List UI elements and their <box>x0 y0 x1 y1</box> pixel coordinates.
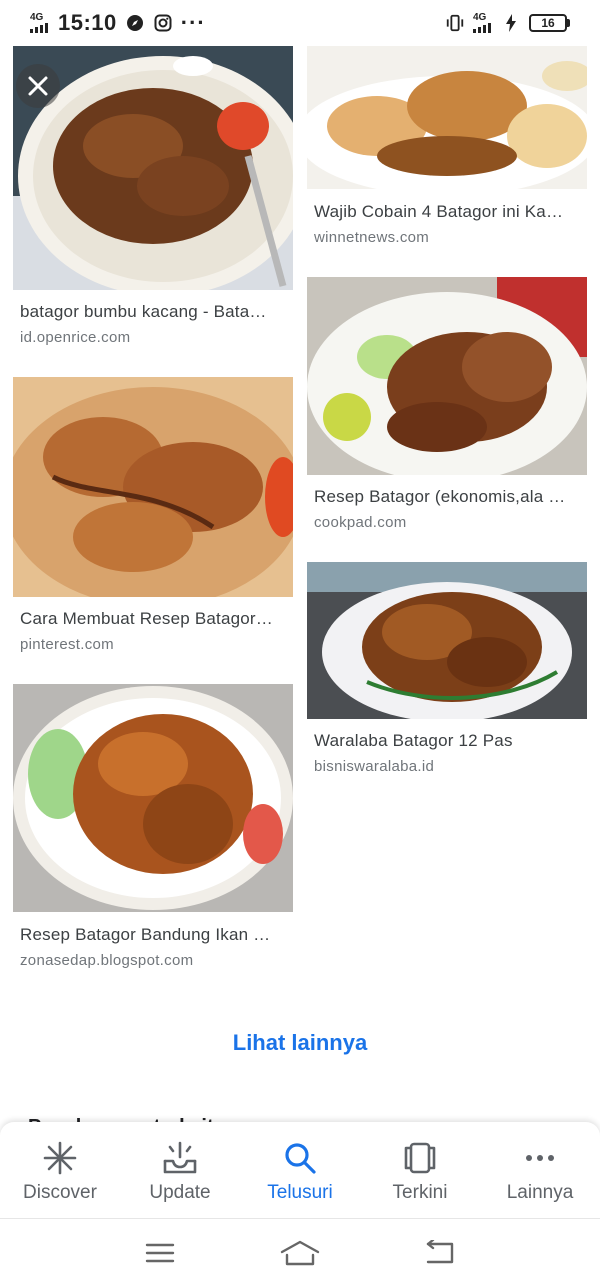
result-image[interactable] <box>13 684 293 912</box>
result-source: pinterest.com <box>20 636 114 653</box>
result-title[interactable]: Resep Batagor (ekonomis,ala … <box>314 487 580 507</box>
menu-button[interactable] <box>140 1233 180 1273</box>
update-tray-icon <box>162 1140 198 1176</box>
close-icon <box>28 76 48 96</box>
result-source: cookpad.com <box>314 514 407 531</box>
nav-label: Lainnya <box>506 1182 574 1203</box>
menu-icon <box>145 1243 175 1263</box>
see-more-link[interactable]: Lihat lainnya <box>0 1030 600 1056</box>
result-title[interactable]: Waralaba Batagor 12 Pas <box>314 731 580 751</box>
bottom-navigation: Discover Update Telusuri Terkini Lainnya <box>0 1122 600 1218</box>
result-source: bisniswaralaba.id <box>314 758 435 775</box>
network-label: 4G <box>30 12 44 23</box>
home-button[interactable] <box>280 1233 320 1273</box>
result-title[interactable]: batagor bumbu kacang - Bata… <box>20 302 286 322</box>
nav-label: Terkini <box>392 1182 448 1203</box>
recent-cards-icon <box>402 1140 438 1176</box>
more-dots-icon: ··· <box>180 10 206 35</box>
result-title[interactable]: Cara Membuat Resep Batagor… <box>20 609 286 629</box>
result-source: id.openrice.com <box>20 329 131 346</box>
4g-signal-icon: 4G <box>473 13 491 33</box>
nav-label: Telusuri <box>267 1182 333 1203</box>
clock: 15:10 <box>58 10 117 35</box>
back-icon <box>426 1240 454 1264</box>
nav-telusuri[interactable]: Telusuri <box>240 1122 360 1218</box>
result-title[interactable]: Wajib Cobain 4 Batagor ini Ka… <box>314 202 580 222</box>
vibrate-icon <box>445 13 465 33</box>
charging-icon <box>501 13 521 33</box>
compass-icon <box>125 13 145 33</box>
network-label-right: 4G <box>473 12 487 23</box>
result-image[interactable] <box>307 562 587 719</box>
nav-terkini[interactable]: Terkini <box>360 1122 480 1218</box>
battery-level: 16 <box>529 14 567 32</box>
result-image[interactable] <box>307 277 587 475</box>
battery-icon: 16 <box>529 14 570 32</box>
result-image[interactable] <box>13 377 293 597</box>
nav-update[interactable]: Update <box>120 1122 240 1218</box>
result-title[interactable]: Resep Batagor Bandung Ikan … <box>20 925 286 945</box>
back-button[interactable] <box>420 1233 460 1273</box>
status-bar: 4G 15:10 ··· 4G 16 <box>0 0 600 46</box>
close-button[interactable] <box>16 64 60 108</box>
more-horizontal-icon <box>522 1140 558 1176</box>
instagram-icon <box>153 13 173 33</box>
nav-label: Update <box>149 1182 211 1203</box>
nav-discover[interactable]: Discover <box>0 1122 120 1218</box>
result-image[interactable] <box>307 46 587 189</box>
home-icon <box>280 1240 320 1266</box>
result-source: zonasedap.blogspot.com <box>20 952 194 969</box>
nav-lainnya[interactable]: Lainnya <box>480 1122 600 1218</box>
signal-icon: 4G <box>30 13 48 33</box>
asterisk-icon <box>42 1140 78 1176</box>
search-icon <box>282 1140 318 1176</box>
system-navigation <box>0 1218 600 1287</box>
result-source: winnetnews.com <box>314 229 430 246</box>
nav-label: Discover <box>23 1182 97 1203</box>
